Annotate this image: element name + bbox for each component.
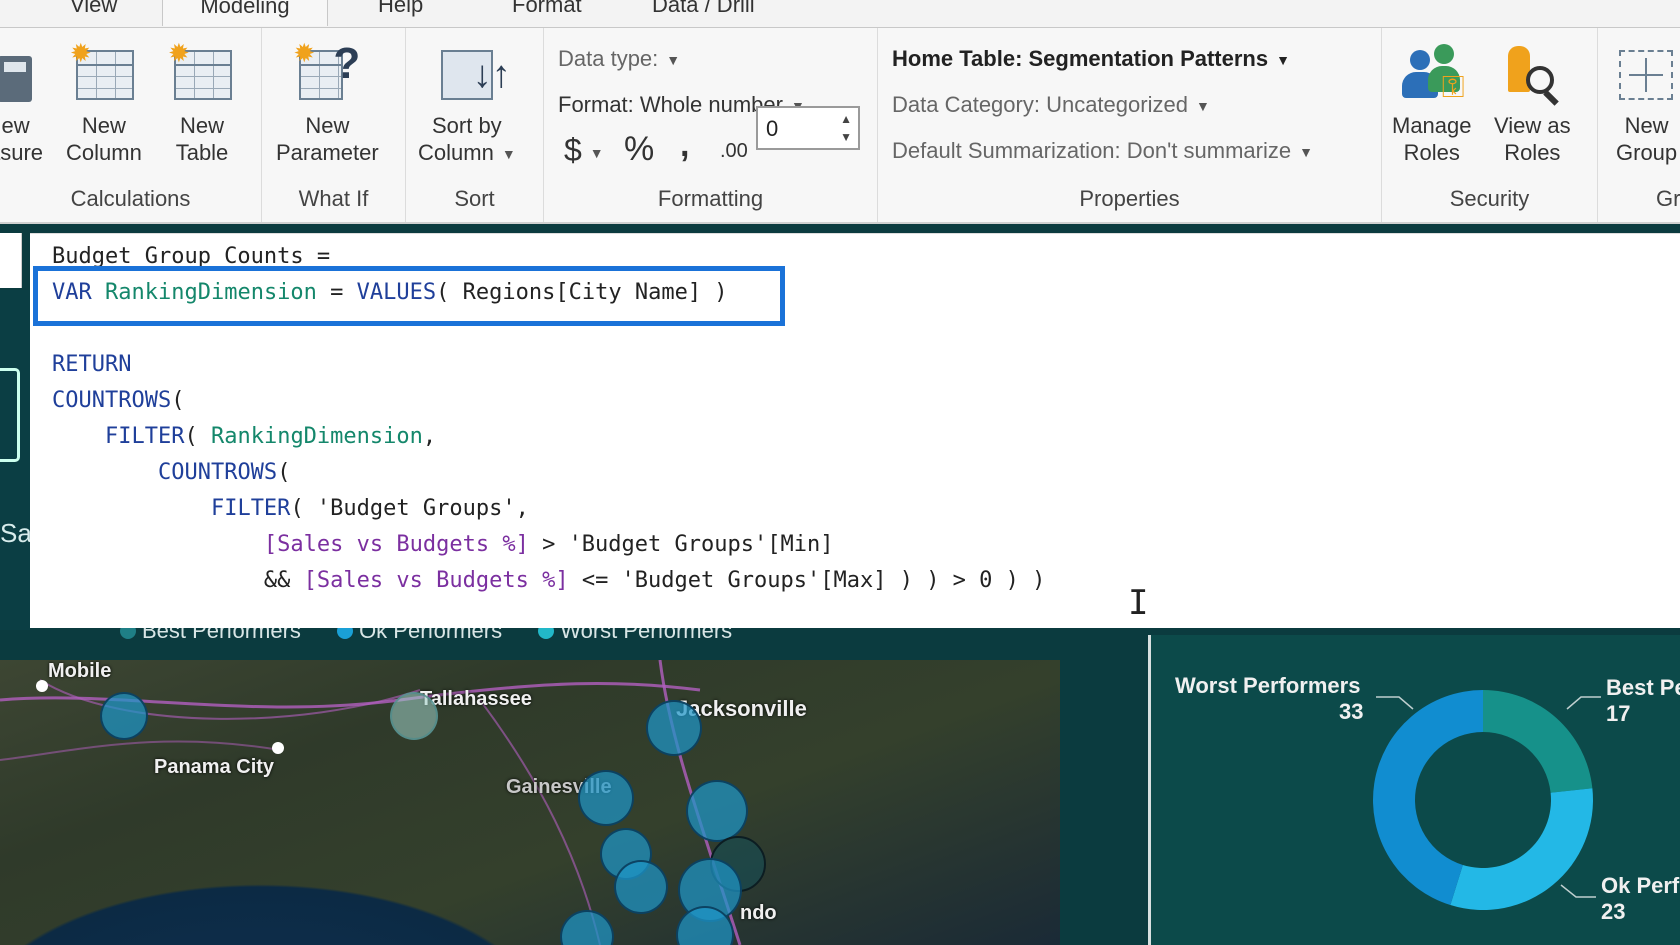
new-table-button[interactable]: ✹ New Table (168, 40, 236, 166)
sort-icon: ↓↑ (433, 40, 511, 104)
formula-bar-gutter (0, 233, 22, 288)
map-label: Mobile (48, 660, 112, 682)
percent-format-button[interactable]: % (624, 130, 654, 169)
group-label-formatting: Formatting (657, 186, 764, 211)
donut-slice-best[interactable] (1483, 690, 1593, 793)
spinner-arrows-icon[interactable]: ▲ ▼ (840, 110, 852, 146)
code-line-10: && [Sales vs Budgets %] <= 'Budget Group… (263, 568, 1046, 593)
tab-data-drill[interactable]: Data / Drill (634, 0, 773, 26)
visual-icon[interactable] (0, 368, 20, 462)
code-line-6: FILTER( RankingDimension, (104, 424, 437, 449)
visualizations-pane-edge: Sa (0, 290, 32, 630)
code-line-8: FILTER( 'Budget Groups', (210, 496, 529, 521)
view-as-roles-button[interactable]: View as Roles (1494, 40, 1571, 166)
donut-value-worst: 33 (1339, 699, 1364, 724)
new-table-icon: ✹ (168, 40, 236, 104)
group-label-properties: Properties (1079, 186, 1180, 211)
sort-by-column-button[interactable]: ↓↑ Sort by Column ▼ (418, 40, 516, 168)
tab-modeling[interactable]: Modeling (162, 0, 328, 26)
home-table-dropdown[interactable]: Home Table: Segmentation Patterns ▼ (892, 46, 1290, 72)
donut-chart-visual[interactable]: Worst Performers 33 Best Pe 17 Ok Perf 2… (1148, 635, 1680, 945)
new-parameter-button[interactable]: ✹ ? New Parameter (276, 40, 379, 166)
group-properties: Home Table: Segmentation Patterns ▼ Data … (878, 28, 1382, 222)
decimal-places-button[interactable]: .00 (720, 140, 748, 163)
group-label-sort: Sort (454, 186, 495, 211)
text-cursor-icon: I (1128, 583, 1149, 623)
group-what-if: ✹ ? New Parameter What If (262, 28, 406, 222)
donut-label-ok: Ok Perf (1601, 873, 1680, 898)
map-pin (36, 680, 48, 692)
highlight-box (33, 266, 785, 326)
group-label-calculations: Calculations (70, 186, 191, 211)
key-search-icon (1498, 40, 1566, 106)
default-summarization-dropdown[interactable]: Default Summarization: Don't summarize ▼ (892, 138, 1313, 164)
new-column-button[interactable]: ✹ New Column (66, 40, 142, 166)
new-column-icon: ✹ (70, 40, 138, 104)
map-bubble[interactable] (686, 780, 748, 842)
new-group-icon (1617, 40, 1677, 104)
comma-style-button[interactable]: , (680, 126, 689, 165)
chevron-down-icon: ▼ (1195, 98, 1210, 115)
new-group-button[interactable]: New Group (1616, 40, 1677, 166)
chevron-down-icon: ▼ (501, 145, 516, 162)
map-bubble[interactable] (614, 860, 668, 914)
chevron-down-icon: ▼ (1276, 52, 1290, 69)
group-security: ⚿ Manage Roles View as Roles Security (1382, 28, 1598, 222)
chevron-down-icon: ▼ (666, 52, 681, 69)
tab-format[interactable]: Format (494, 0, 600, 26)
map-visual[interactable]: Mobile Tallahassee Jacksonville Panama C… (0, 660, 1060, 945)
data-category-dropdown[interactable]: Data Category: Uncategorized ▼ (892, 92, 1210, 118)
code-line-5: COUNTROWS( (52, 388, 185, 413)
map-bubble[interactable] (100, 692, 148, 740)
group-sort: ↓↑ Sort by Column ▼ Sort (406, 28, 544, 222)
users-key-icon: ⚿ (1398, 40, 1466, 104)
code-line-9: [Sales vs Budgets %] > 'Budget Groups'[M… (263, 532, 834, 557)
map-label: Panama City (154, 756, 275, 778)
donut-label-worst: Worst Performers (1175, 673, 1361, 698)
group-label-groups: Gr (1656, 186, 1680, 211)
ribbon-tab-bar: View Modeling Help Format Data / Drill (0, 0, 1680, 28)
code-line-4: RETURN (52, 352, 132, 377)
donut-label-best: Best Pe (1606, 675, 1680, 700)
map-bubble[interactable] (646, 700, 702, 756)
calculator-icon (0, 40, 36, 104)
code-line-7: COUNTROWS( (157, 460, 291, 485)
donut-value-best: 17 (1606, 701, 1631, 726)
map-pin (272, 742, 284, 754)
tab-view[interactable]: View (52, 0, 135, 26)
currency-format-button[interactable]: $ ▼ (564, 132, 604, 169)
group-calculations: ew asure ✹ New Column ✹ New Table Calcul… (0, 28, 262, 222)
page-title-fragment: Sa (0, 518, 32, 548)
parameter-icon: ✹ ? (293, 40, 361, 104)
new-measure-button[interactable]: ew asure (0, 40, 43, 166)
map-bubble[interactable] (578, 770, 634, 826)
chevron-down-icon: ▼ (589, 144, 604, 161)
group-groups: New Group Gr (1598, 28, 1680, 222)
tab-help[interactable]: Help (360, 0, 441, 26)
group-label-what-if: What If (298, 186, 369, 211)
data-type-dropdown[interactable]: Data type: ▼ (558, 46, 680, 72)
map-label: ndo (740, 902, 777, 924)
map-bubble[interactable] (390, 692, 438, 740)
manage-roles-button[interactable]: ⚿ Manage Roles (1392, 40, 1472, 166)
group-label-security: Security (1449, 186, 1530, 211)
decimal-places-input[interactable]: 0 ▲ ▼ (756, 106, 860, 150)
donut-slice-ok[interactable] (1450, 788, 1593, 910)
donut-ring[interactable] (1363, 680, 1603, 920)
donut-value-ok: 23 (1601, 899, 1626, 924)
chevron-down-icon: ▼ (1299, 144, 1313, 161)
